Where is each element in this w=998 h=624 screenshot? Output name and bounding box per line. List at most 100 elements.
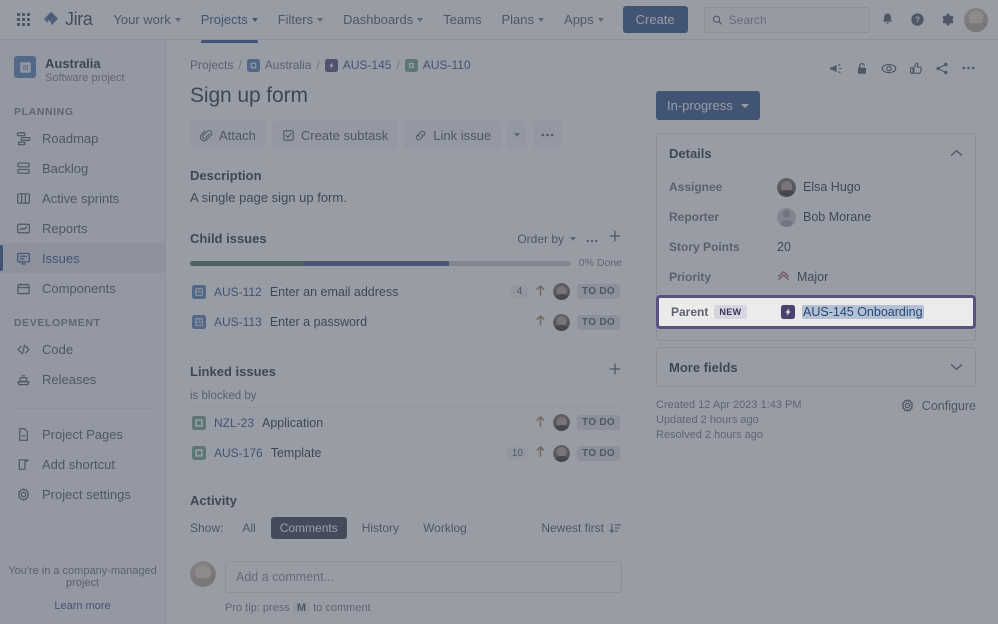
apps-grid-icon[interactable] xyxy=(10,7,36,33)
attach-button[interactable]: Attach xyxy=(190,121,266,149)
status-badge[interactable]: TO DO xyxy=(577,446,620,461)
sidebar-item-label: Reports xyxy=(42,222,88,235)
avatar[interactable] xyxy=(553,414,570,431)
create-button[interactable]: Create xyxy=(623,6,688,33)
field-parent-highlighted[interactable]: Parent NEW AUS-145 Onboarding xyxy=(656,295,976,329)
issue-summary[interactable]: Application xyxy=(262,416,323,430)
nav-apps[interactable]: Apps xyxy=(555,5,613,34)
sidebar-item-add-shortcut[interactable]: Add shortcut xyxy=(0,449,165,479)
avatar[interactable] xyxy=(190,561,216,587)
avatar[interactable] xyxy=(553,283,570,300)
breadcrumb-aus-110[interactable]: AUS-110 xyxy=(423,58,471,72)
details-panel: Details Assignee Elsa Hugo Reporter xyxy=(656,133,976,341)
table-row[interactable]: AUS-176 Template 10 TO DO xyxy=(190,438,622,469)
field-story-points[interactable]: Story Points 20 xyxy=(669,232,963,262)
sidebar-item-releases[interactable]: Releases xyxy=(0,364,165,394)
more-fields-header[interactable]: More fields xyxy=(657,348,975,386)
sidebar-item-reports[interactable]: Reports xyxy=(0,213,165,243)
table-row[interactable]: NZL-23 Application TO DO xyxy=(190,407,622,438)
issue-key[interactable]: NZL-23 xyxy=(214,416,254,430)
tab-comments[interactable]: Comments xyxy=(271,517,347,539)
create-subtask-button[interactable]: Create subtask xyxy=(272,121,398,149)
help-question-icon[interactable]: ? xyxy=(904,7,930,33)
field-priority[interactable]: Priority Major xyxy=(669,262,963,292)
comment-input-box[interactable] xyxy=(225,561,622,593)
sidebar-project-header[interactable]: Australia Software project xyxy=(0,40,165,92)
issue-key[interactable]: AUS-113 xyxy=(214,315,262,329)
lock-icon[interactable] xyxy=(855,61,869,76)
megaphone-icon[interactable] xyxy=(828,61,843,76)
issue-key[interactable]: AUS-176 xyxy=(214,446,263,460)
sidebar-item-roadmap[interactable]: Roadmap xyxy=(0,123,165,153)
table-row[interactable]: AUS-113 Enter a password TO DO xyxy=(190,307,622,338)
field-assignee[interactable]: Assignee Elsa Hugo xyxy=(669,172,963,202)
sidebar-item-active-sprints[interactable]: Active sprints xyxy=(0,183,165,213)
tab-all[interactable]: All xyxy=(233,517,264,539)
breadcrumb-projects[interactable]: Projects xyxy=(190,58,233,72)
parent-issue-link[interactable]: AUS-145 Onboarding xyxy=(802,305,924,319)
order-by-button[interactable]: Order by xyxy=(517,232,576,246)
comment-input[interactable] xyxy=(236,570,611,584)
chevron-down-icon xyxy=(252,18,258,22)
details-panel-header[interactable]: Details xyxy=(657,134,975,172)
issue-summary[interactable]: Enter a password xyxy=(270,315,367,329)
sidebar-item-project-settings[interactable]: Project settings xyxy=(0,479,165,509)
epic-purple-icon xyxy=(325,59,338,72)
configure-button[interactable]: Configure xyxy=(900,398,976,413)
field-reporter[interactable]: Reporter Bob Morane xyxy=(669,202,963,232)
status-badge[interactable]: TO DO xyxy=(577,284,620,299)
status-badge[interactable]: TO DO xyxy=(577,315,620,330)
user-avatar[interactable] xyxy=(964,8,988,32)
status-dropdown-button[interactable]: In-progress xyxy=(656,91,760,120)
tab-history[interactable]: History xyxy=(353,517,408,539)
more-fields-heading: More fields xyxy=(669,360,738,375)
more-actions-button[interactable] xyxy=(533,121,562,149)
sort-order-button[interactable]: Newest first xyxy=(541,521,622,535)
nav-your-work[interactable]: Your work xyxy=(104,5,189,34)
more-options-icon[interactable] xyxy=(961,66,976,70)
field-value: Major xyxy=(797,270,828,284)
chevron-down-icon[interactable] xyxy=(950,358,963,376)
notifications-bell-icon[interactable] xyxy=(874,7,900,33)
add-child-issue-button[interactable] xyxy=(608,229,622,248)
search-input[interactable] xyxy=(729,13,862,27)
chevron-down-icon xyxy=(598,18,604,22)
watch-eye-icon[interactable] xyxy=(881,61,897,76)
sidebar-item-code[interactable]: Code xyxy=(0,334,165,364)
avatar[interactable] xyxy=(553,314,570,331)
issue-summary[interactable]: Enter an email address xyxy=(270,285,399,299)
add-linked-issue-button[interactable] xyxy=(608,362,622,381)
sidebar-item-backlog[interactable]: Backlog xyxy=(0,153,165,183)
avatar[interactable] xyxy=(553,445,570,462)
nav-filters[interactable]: Filters xyxy=(269,5,332,34)
nav-dashboards[interactable]: Dashboards xyxy=(334,5,432,34)
sidebar-item-issues[interactable]: Issues xyxy=(0,243,165,273)
status-badge[interactable]: TO DO xyxy=(577,415,620,430)
chevron-up-icon[interactable] xyxy=(950,144,963,162)
progress-segment-todo xyxy=(449,261,571,266)
table-row[interactable]: AUS-112 Enter an email address 4 TO DO xyxy=(190,276,622,307)
issue-key[interactable]: AUS-112 xyxy=(214,285,262,299)
settings-gear-icon[interactable] xyxy=(934,7,960,33)
nav-projects[interactable]: Projects xyxy=(192,5,267,34)
jira-logo[interactable]: Jira xyxy=(42,9,92,30)
global-search[interactable] xyxy=(704,7,870,33)
link-issue-dropdown-button[interactable] xyxy=(507,121,527,149)
nav-teams[interactable]: Teams xyxy=(434,5,490,34)
tab-worklog[interactable]: Worklog xyxy=(414,517,476,539)
sidebar-item-project-pages[interactable]: Project Pages xyxy=(0,419,165,449)
child-issues-more-button[interactable] xyxy=(585,230,599,248)
description-text[interactable]: A single page sign up form. xyxy=(190,190,622,205)
sidebar-item-components[interactable]: Components xyxy=(0,273,165,303)
sidebar-section-development: DEVELOPMENT xyxy=(0,303,165,334)
nav-plans[interactable]: Plans xyxy=(493,5,554,34)
sidebar-item-label: Add shortcut xyxy=(42,458,115,471)
link-issue-button[interactable]: Link issue xyxy=(404,121,501,149)
breadcrumb-aus-145[interactable]: AUS-145 xyxy=(343,58,392,72)
thumbs-up-icon[interactable] xyxy=(909,61,923,76)
sidebar-learn-more-link[interactable]: Learn more xyxy=(0,600,165,612)
issue-summary[interactable]: Template xyxy=(271,446,322,460)
breadcrumb-australia[interactable]: Australia xyxy=(265,58,312,72)
sidebar-section-planning: PLANNING xyxy=(0,92,165,123)
share-icon[interactable] xyxy=(935,61,949,76)
